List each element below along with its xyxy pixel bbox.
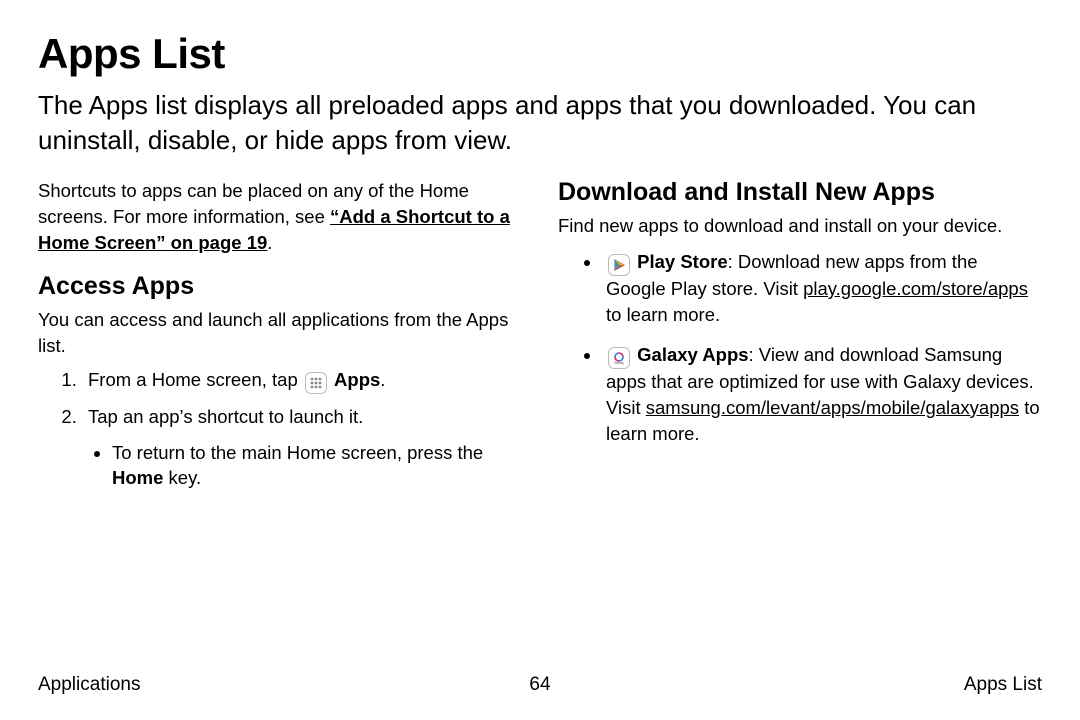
galaxy-apps-label: Galaxy Apps <box>637 344 748 365</box>
footer-topic: Apps List <box>964 674 1042 696</box>
galaxy-apps-item: Galaxy Galaxy Apps: View and download Sa… <box>602 342 1042 447</box>
left-column: Shortcuts to apps can be placed on any o… <box>38 178 522 501</box>
page-number: 64 <box>529 674 550 696</box>
step-1-pre: From a Home screen, tap <box>88 369 303 390</box>
home-key-label: Home <box>112 467 163 488</box>
page-title: Apps List <box>38 30 1042 78</box>
access-apps-steps: From a Home screen, tap Apps. Tap an app… <box>38 367 522 492</box>
step-2: Tap an app’s shortcut to launch it. To r… <box>82 404 522 492</box>
step-1: From a Home screen, tap Apps. <box>82 367 522 394</box>
access-apps-intro: You can access and launch all applicatio… <box>38 307 522 359</box>
period: . <box>267 232 272 253</box>
step-2-sub-post: key. <box>163 467 201 488</box>
step-1-post: . <box>380 369 385 390</box>
play-store-icon <box>608 254 630 276</box>
galaxy-apps-link[interactable]: samsung.com/levant/apps/mobile/galaxyapp… <box>646 397 1019 418</box>
step-2-sub-item: To return to the main Home screen, press… <box>112 440 522 492</box>
right-column: Download and Install New Apps Find new a… <box>558 178 1042 501</box>
shortcuts-paragraph: Shortcuts to apps can be placed on any o… <box>38 178 522 256</box>
galaxy-apps-icon: Galaxy <box>608 347 630 369</box>
document-page: Apps List The Apps list displays all pre… <box>0 0 1080 720</box>
svg-text:Galaxy: Galaxy <box>614 361 624 365</box>
footer-section: Applications <box>38 674 140 696</box>
download-install-heading: Download and Install New Apps <box>558 178 1042 207</box>
app-sources-list: Play Store: Download new apps from the G… <box>558 249 1042 446</box>
step-2-sub-pre: To return to the main Home screen, press… <box>112 442 483 463</box>
download-install-intro: Find new apps to download and install on… <box>558 213 1042 239</box>
play-store-text-2: to learn more. <box>606 304 720 325</box>
intro-paragraph: The Apps list displays all preloaded app… <box>38 88 1042 158</box>
step-1-apps-label: Apps <box>334 369 380 390</box>
page-footer: Applications 64 Apps List <box>0 674 1080 696</box>
play-store-item: Play Store: Download new apps from the G… <box>602 249 1042 328</box>
play-store-label: Play Store <box>637 251 728 272</box>
play-store-link[interactable]: play.google.com/store/apps <box>803 278 1028 299</box>
two-column-layout: Shortcuts to apps can be placed on any o… <box>38 178 1042 501</box>
step-2-text: Tap an app’s shortcut to launch it. <box>88 406 363 427</box>
access-apps-heading: Access Apps <box>38 272 522 301</box>
step-2-sublist: To return to the main Home screen, press… <box>88 440 522 492</box>
apps-grid-icon <box>305 372 327 394</box>
